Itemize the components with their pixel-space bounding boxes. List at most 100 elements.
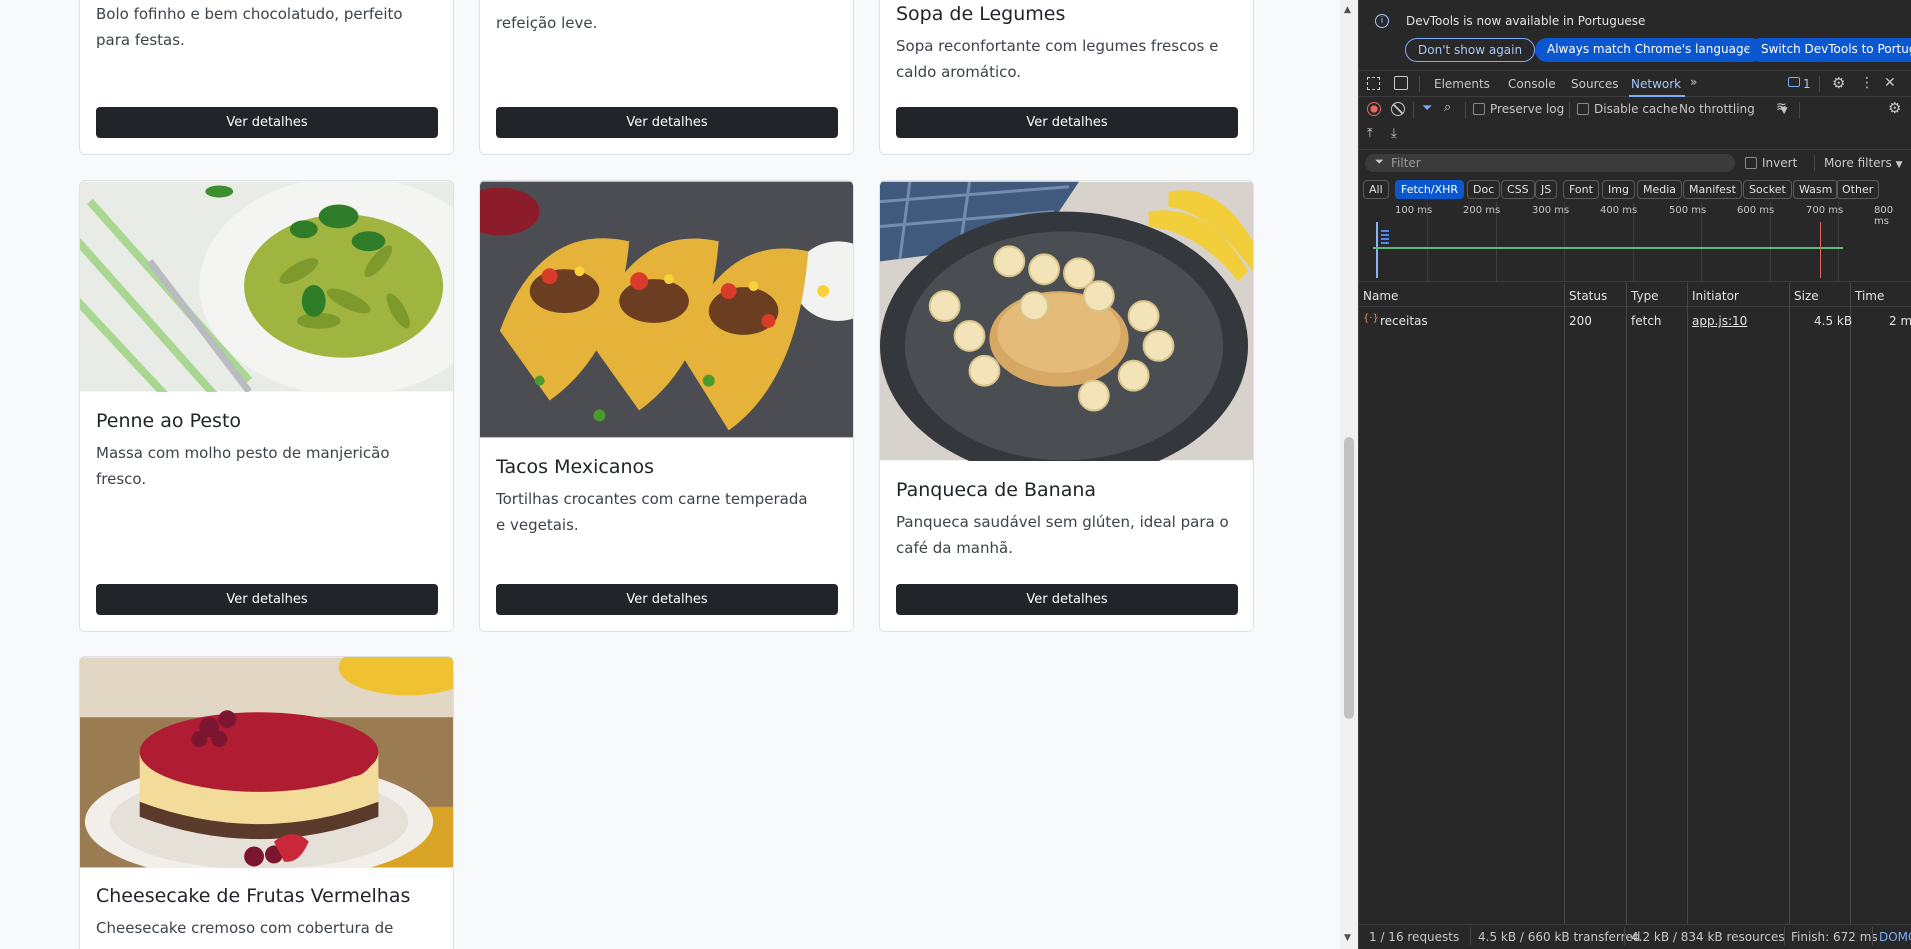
import-har-icon[interactable]: ⤒ [1367,126,1373,141]
details-button[interactable]: Ver detalhes [896,107,1238,138]
request-initiator-link[interactable]: app.js:10 [1692,314,1747,328]
tab-elements[interactable]: Elements [1434,77,1490,91]
recipe-title: Sopa de Legumes [896,3,1066,25]
match-language-button[interactable]: Always match Chrome's language [1535,38,1763,62]
devtools-panel: i DevTools is now available in Portugues… [1358,0,1911,949]
timeline-tick: 700 ms [1806,205,1844,216]
details-button[interactable]: Ver detalhes [896,584,1238,615]
filter-chip-img[interactable]: Img [1602,180,1635,199]
invert-label: Invert [1762,156,1798,170]
column-type[interactable]: Type [1631,289,1659,303]
close-devtools-icon[interactable]: ✕ [1884,75,1896,91]
filter-chip-other[interactable]: Other [1836,180,1880,199]
export-har-icon[interactable]: ⤓ [1391,126,1397,141]
summary-resources: 4.2 kB / 834 kB resources [1631,930,1785,944]
page-scrollbar[interactable]: ▲ ▼ [1340,0,1358,949]
recipe-title: Tacos Mexicanos [496,456,655,478]
recipe-card: Cheesecake de Frutas Vermelhas Cheesecak… [79,656,454,949]
banana-pancake-image [880,181,1253,461]
inspect-element-icon[interactable] [1367,77,1380,90]
tacos-image [480,181,853,438]
summary-finish: Finish: 672 ms [1791,930,1878,944]
recipe-title: Cheesecake de Frutas Vermelhas [96,885,411,907]
invert-checkbox[interactable]: Invert [1745,156,1797,170]
timeline-tick: 600 ms [1737,205,1775,216]
filter-funnel-icon[interactable]: ⏷ [1422,101,1432,116]
summary-domcontentloaded: DOMCo [1879,930,1911,944]
issues-count: 1 [1803,77,1811,91]
filter-chip-font[interactable]: Font [1563,180,1599,199]
tab-sources[interactable]: Sources [1571,77,1618,91]
timeline-tick: 400 ms [1600,205,1638,216]
filter-chip-css[interactable]: CSS [1501,180,1535,199]
recipe-description: Tortilhas crocantes com carne temperada … [496,490,808,534]
record-icon[interactable] [1367,102,1381,116]
tab-network[interactable]: Network [1631,77,1681,91]
tab-network-underline [1629,95,1685,97]
recipe-card: Panqueca de Banana Panqueca saudável sem… [879,180,1254,632]
recipe-description: refeição leve. [496,14,598,32]
preserve-log-label: Preserve log [1490,102,1565,116]
recipe-card: Bolo fofinho e bem chocolatudo, perfeito… [79,0,454,155]
language-banner: i DevTools is now available in Portugues… [1359,0,1911,68]
recipe-description: Panqueca saudável sem glúten, ideal para… [896,513,1229,557]
request-type: fetch [1631,314,1662,328]
dont-show-again-button[interactable]: Don't show again [1405,38,1536,62]
disable-cache-label: Disable cache [1594,102,1678,116]
details-button[interactable]: Ver detalhes [96,584,438,615]
filter-chip-js[interactable]: JS [1535,180,1558,199]
network-settings-gear-icon[interactable]: ⚙ [1888,99,1901,117]
more-options-icon[interactable]: ⋮ [1860,75,1874,91]
summary-requests: 1 / 16 requests [1369,930,1460,944]
device-toolbar-icon[interactable] [1394,76,1408,90]
column-status[interactable]: Status [1569,289,1607,303]
recipe-description: Cheesecake cremoso com cobertura de [96,919,394,937]
timeline-tick: 200 ms [1463,205,1501,216]
devtools-tabbar: Elements Console Sources Network » 1 ⚙ ⋮… [1359,70,1911,97]
filter-placeholder: Filter [1391,156,1421,170]
recipe-card: Penne ao Pesto Massa com molho pesto de … [79,180,454,632]
tab-console[interactable]: Console [1508,77,1556,91]
scroll-up-icon[interactable]: ▲ [1344,5,1351,15]
recipe-description: Bolo fofinho e bem chocolatudo, perfeito… [96,5,403,49]
search-icon[interactable]: ⌕ [1444,100,1451,115]
column-time[interactable]: Time [1855,289,1884,303]
filter-chip-doc[interactable]: Doc [1467,180,1501,199]
request-name[interactable]: receitas [1380,314,1428,328]
recipe-card: Sopa de Legumes Sopa reconfortante com l… [879,0,1254,155]
recipe-card: Tacos Mexicanos Tortilhas crocantes com … [479,180,854,632]
filter-input[interactable]: ⏷ Filter [1365,154,1735,172]
filter-chip-manifest[interactable]: Manifest [1683,180,1742,199]
settings-gear-icon[interactable]: ⚙ [1832,74,1845,92]
more-filters-dropdown[interactable]: More filters ▼ [1824,156,1902,170]
summary-transferred: 4.5 kB / 660 kB transferred [1478,930,1641,944]
filter-chip-media[interactable]: Media [1637,180,1683,199]
column-initiator[interactable]: Initiator [1692,289,1739,303]
details-button[interactable]: Ver detalhes [496,584,838,615]
overview-load-marker [1820,222,1821,278]
filter-chip-fetch-xhr[interactable]: Fetch/XHR [1395,180,1464,199]
preserve-log-checkbox[interactable]: Preserve log [1473,102,1564,116]
issues-icon[interactable] [1788,77,1800,87]
disable-cache-checkbox[interactable]: Disable cache [1577,102,1678,116]
recipe-title: Panqueca de Banana [896,479,1097,501]
more-tabs-icon[interactable]: » [1690,75,1697,89]
filter-chip-all[interactable]: All [1363,180,1389,199]
info-icon: i [1375,14,1389,28]
request-size: 4.5 kB [1814,314,1853,328]
network-conditions-icon[interactable]: ≋ [1776,100,1787,115]
column-size[interactable]: Size [1794,289,1819,303]
scrollbar-thumb[interactable] [1344,437,1354,719]
timeline-tick: 500 ms [1669,205,1707,216]
throttling-select[interactable]: No throttling ▼ [1679,102,1788,116]
column-name[interactable]: Name [1363,289,1398,303]
filter-chip-socket[interactable]: Socket [1743,180,1792,199]
penne-pesto-image [80,181,453,392]
banner-text: DevTools is now available in Portuguese [1406,14,1646,28]
details-button[interactable]: Ver detalhes [96,107,438,138]
scroll-down-icon[interactable]: ▼ [1344,933,1351,943]
switch-language-button[interactable]: Switch DevTools to Portuguese [1749,38,1911,62]
details-button[interactable]: Ver detalhes [496,107,838,138]
clear-icon[interactable] [1391,102,1405,116]
filter-chip-wasm[interactable]: Wasm [1793,180,1839,199]
